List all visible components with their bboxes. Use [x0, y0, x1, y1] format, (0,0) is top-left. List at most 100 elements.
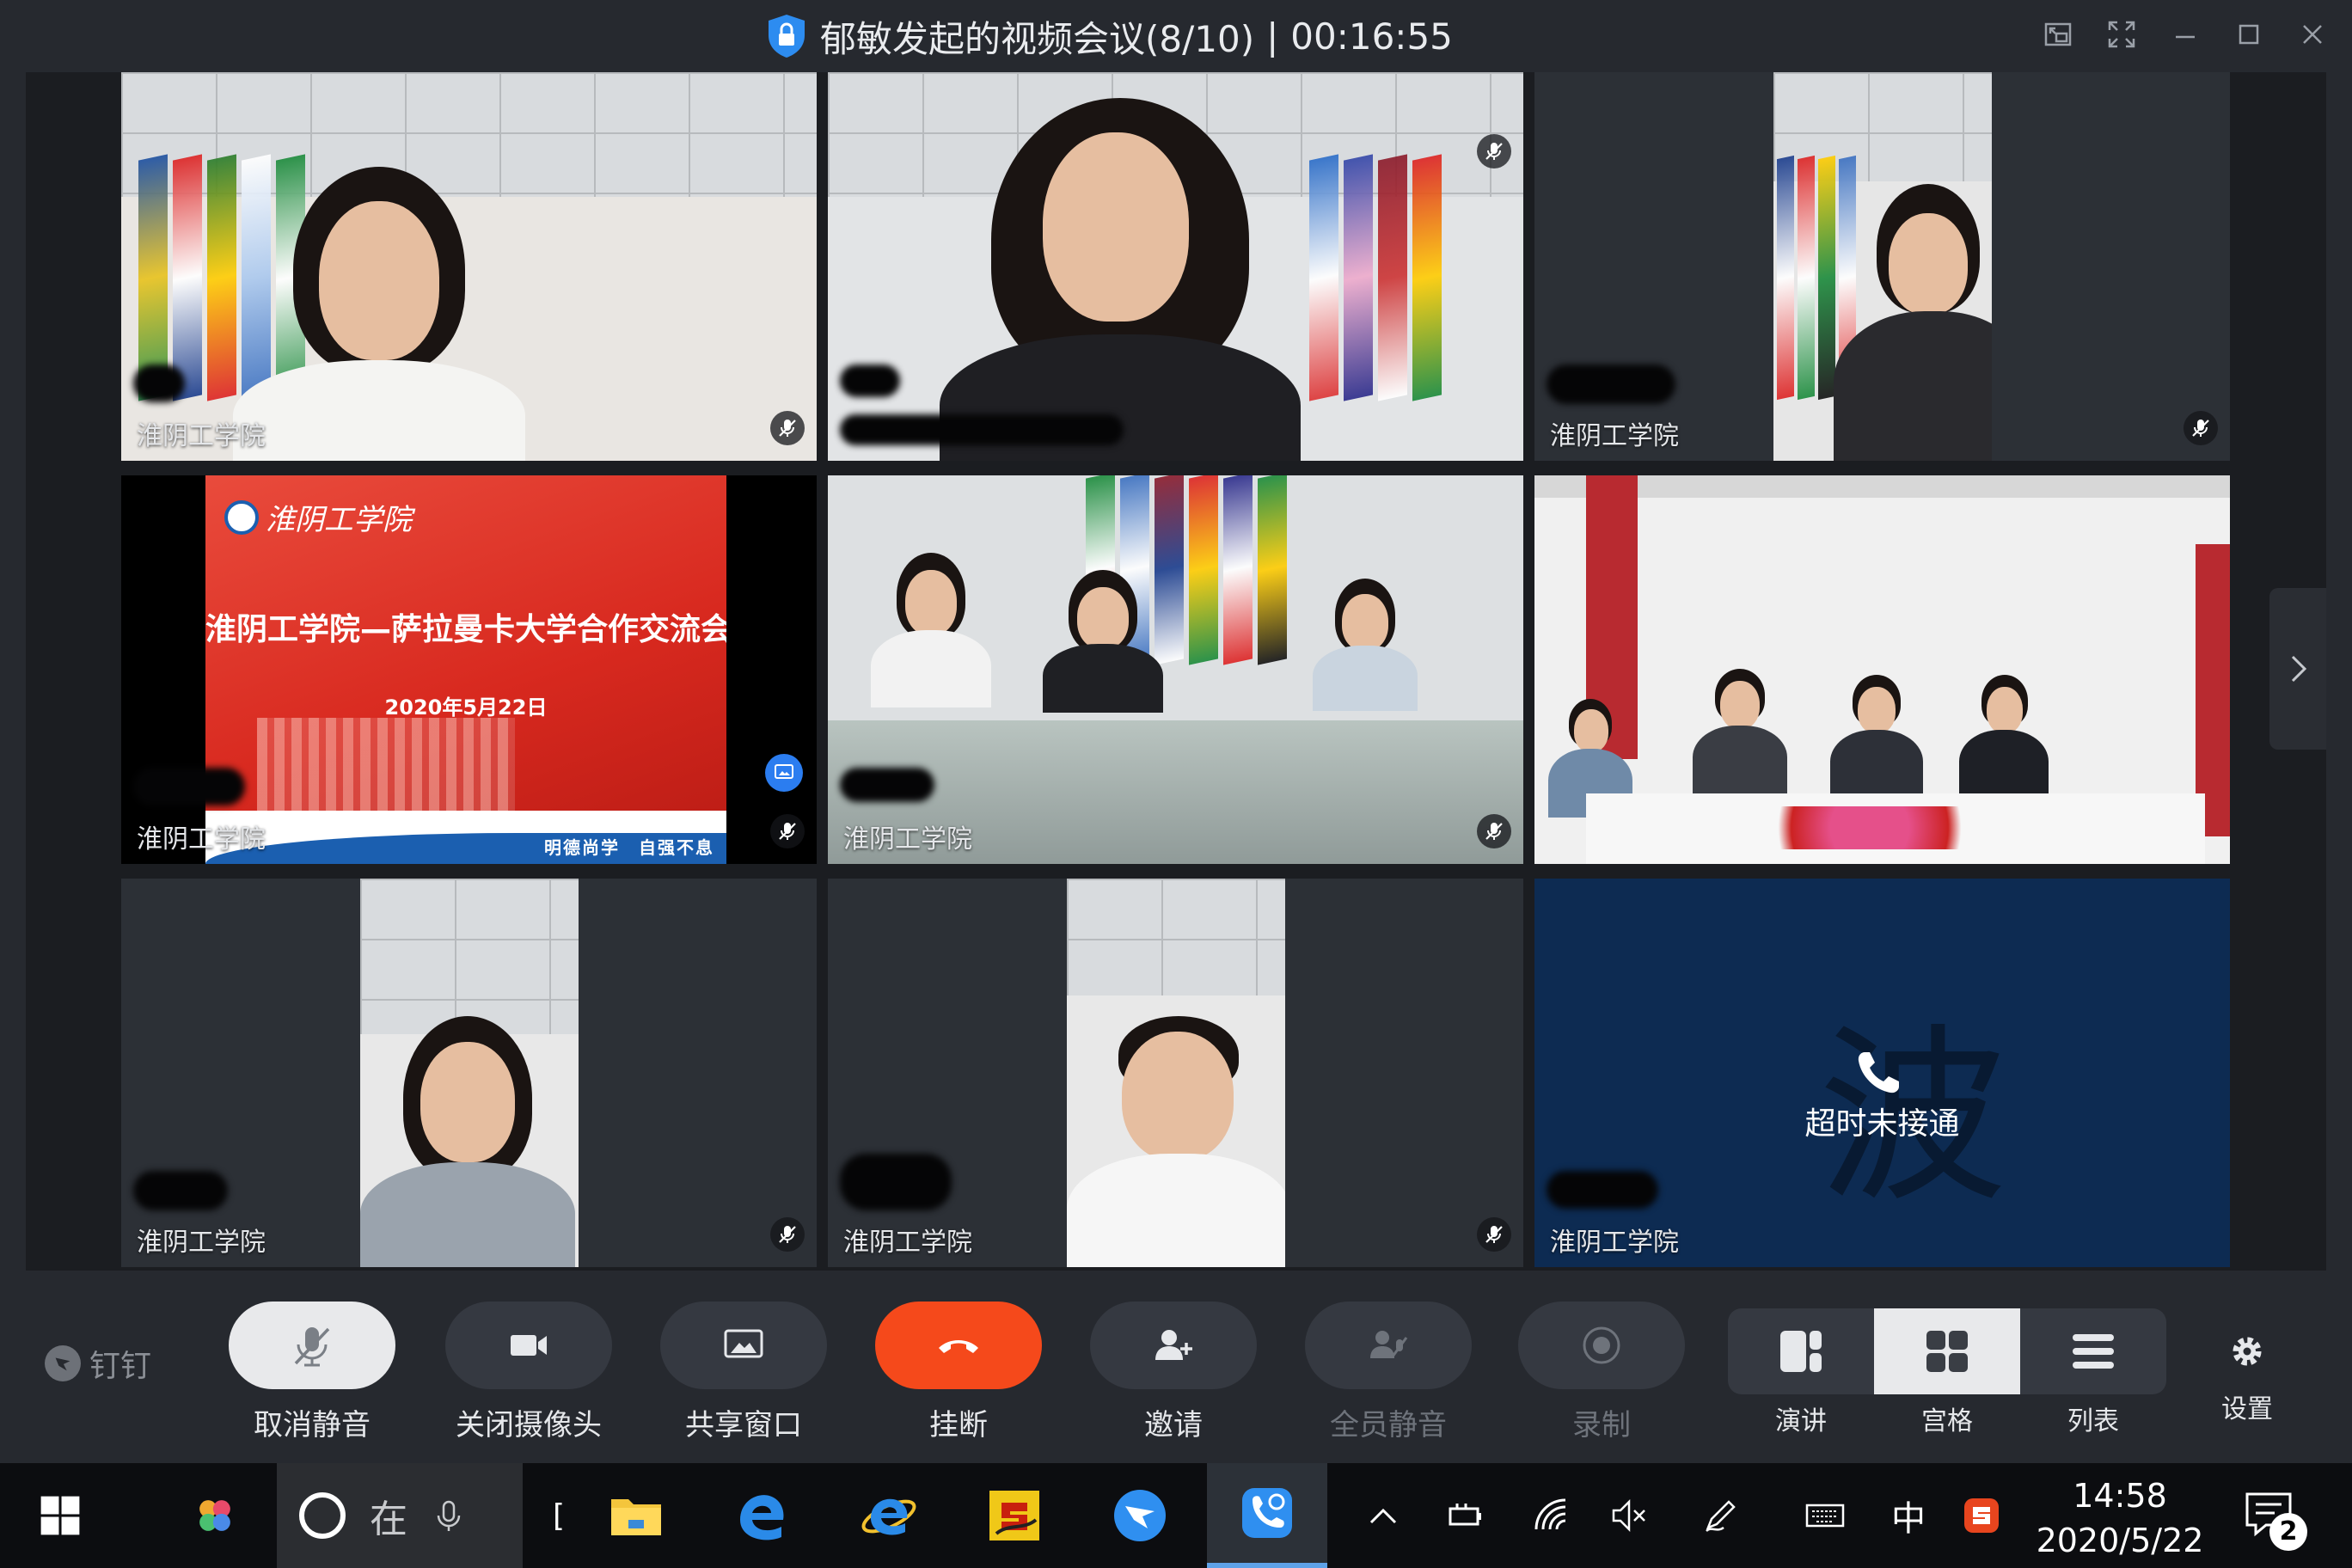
video-feed [828, 72, 1523, 461]
close-button[interactable] [2294, 15, 2331, 53]
tray-network[interactable] [1522, 1463, 1582, 1568]
windows-logo-icon [40, 1496, 80, 1535]
next-page-button[interactable] [2269, 588, 2326, 750]
layout-grid-label: 宫格 [1921, 1406, 1973, 1436]
layout-grid-option[interactable] [1874, 1308, 2020, 1394]
video-tile[interactable]: 淮阴工学院 [828, 879, 1523, 1267]
taskbar-dingtalk[interactable] [1097, 1463, 1183, 1568]
layout-switcher[interactable] [1728, 1308, 2166, 1394]
tile-name-label: 淮阴工学院 [137, 421, 266, 451]
hangup-icon [939, 1340, 978, 1353]
brand-text: 钉钉 [89, 1349, 152, 1384]
mic-muted-indicator [770, 411, 805, 445]
taskbar-video-meeting[interactable] [1207, 1463, 1327, 1568]
mic-off-icon [1485, 143, 1503, 160]
video-feed [828, 475, 1523, 864]
meeting-timer: 00:16:55 [1290, 15, 1453, 58]
mic-muted-indicator [1477, 1217, 1511, 1252]
speaker-muted-icon [1612, 1498, 1645, 1533]
maximize-icon [2239, 24, 2259, 45]
minimize-button[interactable] [2166, 15, 2204, 53]
mic-muted-indicator [1477, 134, 1511, 168]
video-tile[interactable] [828, 72, 1523, 461]
tray-pen[interactable] [1690, 1463, 1750, 1568]
mic-off-icon [779, 823, 796, 840]
tile-name-label: 淮阴工学院 [137, 824, 266, 854]
video-tile-unanswered[interactable]: 波 超时未接通 淮阴工学院 [1534, 879, 2230, 1267]
tray-touch-keyboard[interactable] [1788, 1463, 1862, 1568]
mic-muted-indicator [770, 1217, 805, 1252]
share-window-button[interactable]: 共享窗口 [660, 1302, 827, 1443]
tray-sogou-ime[interactable] [1951, 1463, 2012, 1568]
video-tile-screen-share[interactable]: 淮阴工学院 淮阴工学院—萨拉曼卡大学合作交流会 2020年5月22日 明德尚学 … [121, 475, 817, 864]
taskbar-app-pinwheel[interactable] [172, 1463, 258, 1568]
taskbar-sogou[interactable] [971, 1463, 1057, 1568]
title-bar[interactable]: 郁敏发起的视频会议(8/10) | 00:16:55 [0, 0, 2352, 72]
record-button[interactable]: 录制 [1518, 1302, 1685, 1443]
tray-power[interactable] [1436, 1463, 1496, 1568]
tray-ime[interactable]: 中 [1883, 1463, 1934, 1568]
sogou-app-icon [989, 1491, 1039, 1540]
slide-title: 淮阴工学院—萨拉曼卡大学合作交流会 [205, 612, 726, 647]
mic-off-icon [294, 1327, 330, 1367]
mic-off-icon [779, 1226, 796, 1243]
tile-name-label: 淮阴工学院 [137, 1228, 266, 1258]
phone-icon [1858, 1052, 1899, 1093]
video-tile[interactable]: 淮阴工学院 [121, 879, 817, 1267]
cortana-search-box[interactable]: 在 [277, 1463, 523, 1568]
microphone-icon [437, 1500, 461, 1531]
hangup-button[interactable]: 挂断 [875, 1302, 1042, 1443]
settings-button[interactable]: 设置 [2221, 1331, 2273, 1425]
dingtalk-brand: 钉钉 [45, 1341, 151, 1386]
pinwheel-app-icon [199, 1500, 230, 1531]
maximize-button[interactable] [2230, 15, 2268, 53]
layout-grid-icon [1926, 1331, 1968, 1372]
dingtalk-app-icon [1114, 1490, 1166, 1541]
system-clock[interactable]: 14:58 2020/5/22 [2025, 1473, 2214, 1563]
chevron-up-icon [1369, 1508, 1397, 1524]
layout-speech-label: 演讲 [1775, 1406, 1827, 1436]
shared-slide: 淮阴工学院 淮阴工学院—萨拉曼卡大学合作交流会 2020年5月22日 明德尚学 … [205, 475, 726, 864]
os-taskbar: 在 [ 中 14:58 2020/5/22 2 [0, 1463, 2352, 1568]
tray-volume[interactable] [1599, 1463, 1659, 1568]
video-tile[interactable]: 淮阴工学院 [121, 72, 817, 461]
mic-off-icon [1485, 1226, 1503, 1243]
video-feed [360, 879, 579, 1267]
unmute-button[interactable]: 取消静音 [229, 1302, 395, 1443]
pen-icon [1706, 1500, 1736, 1532]
chevron-right-icon [2291, 655, 2307, 683]
invite-button[interactable]: 邀请 [1090, 1302, 1257, 1443]
start-button[interactable] [17, 1463, 103, 1568]
layout-speech-icon [1780, 1331, 1822, 1372]
tile-name-label: 淮阴工学院 [1550, 421, 1679, 451]
fullscreen-icon [2108, 21, 2135, 48]
meeting-window: 郁敏发起的视频会议(8/10) | 00:16:55 淮阴工学院 淮阴工学院 淮… [0, 0, 2352, 1463]
record-icon [1583, 1326, 1620, 1364]
share-screen-icon [724, 1329, 763, 1358]
meeting-title: 郁敏发起的视频会议(8/10) | 00:16:55 [765, 12, 1453, 60]
fullscreen-button[interactable] [2103, 15, 2141, 53]
taskbar-internet-explorer[interactable] [846, 1463, 932, 1568]
taskbar-file-explorer[interactable] [593, 1463, 679, 1568]
tile-name-label: 淮阴工学院 [1550, 1228, 1679, 1258]
video-tile[interactable]: 淮阴工学院 [828, 475, 1523, 864]
video-tile[interactable] [1534, 475, 2230, 864]
pip-button[interactable] [2039, 15, 2077, 53]
battery-charging-icon [1449, 1504, 1481, 1526]
video-tile[interactable]: 淮阴工学院 [1534, 72, 2230, 461]
search-placeholder: 在 [370, 1498, 407, 1541]
layout-list-option[interactable] [2020, 1308, 2166, 1394]
layout-list-icon [2073, 1334, 2114, 1369]
camera-off-button[interactable]: 关闭摄像头 [445, 1302, 612, 1443]
minimize-icon [2176, 35, 2195, 39]
wifi-icon [1534, 1498, 1566, 1530]
notification-badge: 2 [2269, 1513, 2307, 1551]
video-feed [121, 72, 817, 461]
layout-speech-option[interactable] [1728, 1308, 1874, 1394]
mute-all-button[interactable]: 全员静音 [1305, 1302, 1472, 1443]
mic-off-icon [2192, 420, 2209, 437]
taskbar-edge[interactable] [719, 1463, 805, 1568]
mic-muted-indicator [2184, 411, 2218, 445]
slide-motto: 明德尚学 自强不息 [544, 837, 714, 858]
tray-overflow[interactable] [1357, 1463, 1410, 1568]
